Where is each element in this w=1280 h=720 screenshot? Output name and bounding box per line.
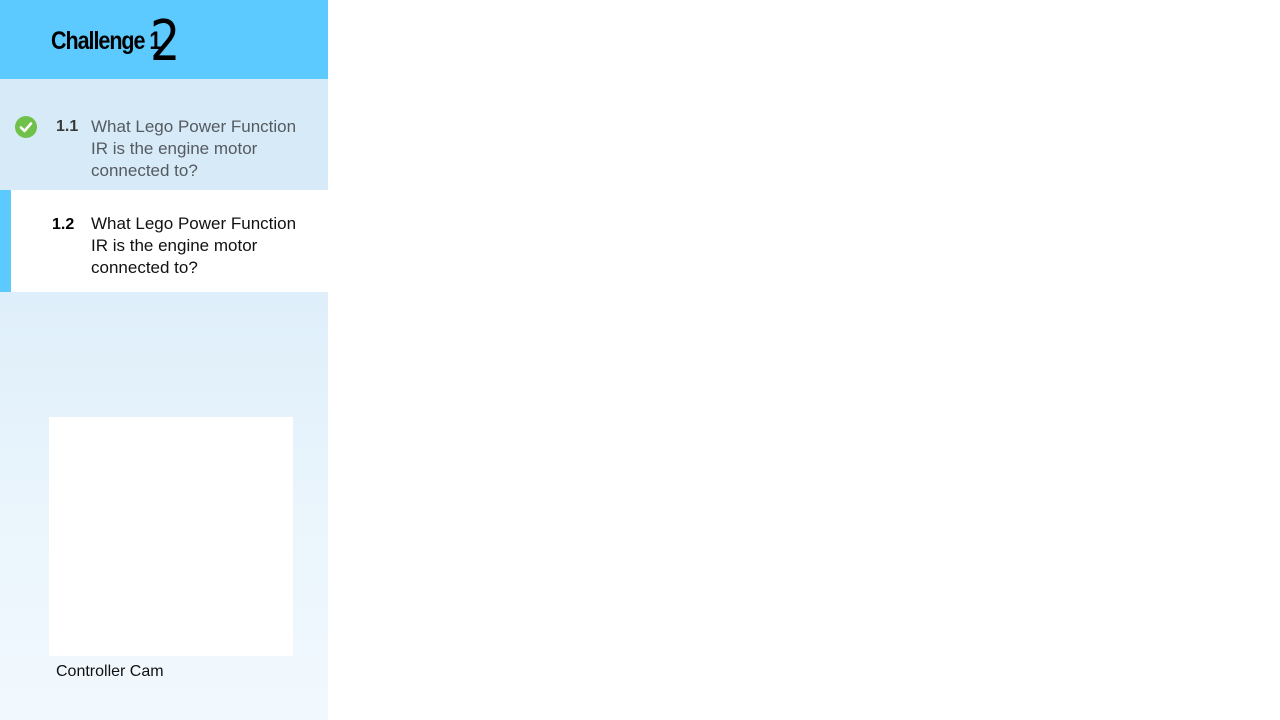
active-indicator: [0, 190, 11, 292]
question-number: 1.2: [52, 216, 75, 233]
question-item-1-2[interactable]: 1.2 What Lego Power Function IR is the e…: [0, 190, 328, 292]
controller-cam-feed: [49, 417, 293, 656]
controller-cam-label: Controller Cam: [56, 663, 164, 680]
check-circle-icon: [15, 116, 37, 138]
challenge-title: Challenge 1: [51, 27, 161, 55]
challenge-sidebar: Challenge 1 2 1.1 What Lego Power Functi…: [0, 0, 328, 720]
challenge-number-overlay: 2: [150, 9, 181, 74]
main-content-area: [328, 0, 1280, 720]
question-item-1-1[interactable]: 1.1 What Lego Power Function IR is the e…: [0, 79, 328, 190]
sidebar-header: Challenge 1 2: [0, 0, 328, 79]
question-text: What Lego Power Function IR is the engin…: [91, 214, 297, 277]
question-text: What Lego Power Function IR is the engin…: [91, 117, 297, 180]
question-number: 1.1: [56, 118, 79, 135]
